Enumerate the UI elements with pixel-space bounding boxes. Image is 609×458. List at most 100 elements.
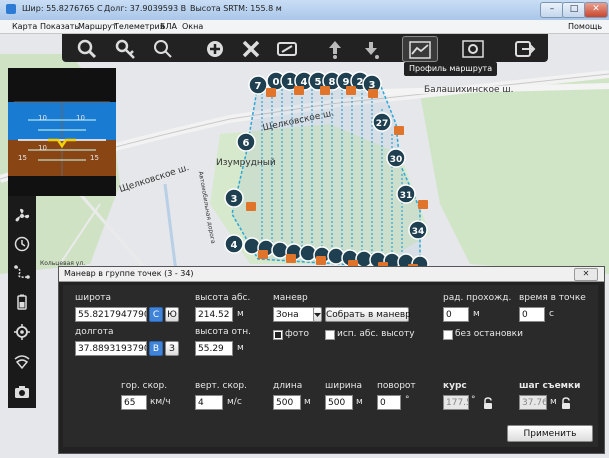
sidebar-timer-button[interactable] [8,230,36,256]
app-icon [6,4,16,14]
maneuver-dropdown-button[interactable] [313,307,322,322]
left-sidebar [8,196,36,408]
minimize-button[interactable]: – [540,2,564,18]
svg-text:4: 4 [301,77,308,88]
camera-edit-icon [277,42,297,56]
sidebar-signal-button[interactable] [8,348,36,374]
toolbar-tooltip: Профиль маршрута [404,62,498,76]
alt-abs-unit: м [237,309,244,319]
menu-item-map[interactable]: Карта [12,22,37,31]
vspeed-field[interactable]: 4 [195,395,223,410]
menu-item-route[interactable]: Маршрут [78,22,117,31]
maneuver-dialog: Маневр в группе точек (3 - 34) ✕ широта … [58,266,605,454]
alt-rel-unit: м [237,343,244,353]
exit-icon [515,41,536,57]
map-label-balashikha: Балашихинское ш. [424,85,514,95]
menu-item-windows[interactable]: Окна [182,22,203,31]
width-label: ширина [325,381,363,391]
camera-edit-button[interactable] [270,36,304,60]
zoom-key-button[interactable] [108,36,142,60]
menu-item-help[interactable]: Помощь [568,22,602,31]
svg-text:8: 8 [329,77,336,88]
step-lock-icon[interactable] [561,397,571,409]
latitude-field[interactable]: 55.8217947790 [75,307,147,322]
width-field[interactable]: 500 [325,395,353,410]
course-unit: ° [471,395,476,405]
route-profile-button[interactable] [402,36,438,62]
alt-rel-field[interactable]: 55.29 [195,341,233,356]
time-field[interactable]: 0 [519,307,545,322]
zoom-key-icon [115,39,135,59]
radius-label: рад. прохожд. [443,293,512,303]
chevron-down-icon [314,313,321,317]
apply-button[interactable]: Применить [507,425,593,442]
step-field[interactable]: 37.76 [519,395,547,410]
abs-alt-checkbox[interactable] [325,330,335,340]
south-button[interactable]: Ю [165,307,179,322]
longitude-field[interactable]: 37.8893193790 [75,341,147,356]
width-unit: м [356,397,363,407]
sidebar-camera-button[interactable] [8,378,36,404]
move-down-button[interactable] [354,36,388,60]
svg-text:3: 3 [369,80,376,91]
photo-checkbox[interactable] [273,330,283,340]
alt-abs-label: высота абс. [195,293,251,303]
route-icon [14,265,30,279]
step-label: шаг съемки [519,381,581,391]
maximize-button[interactable]: □ [562,2,586,18]
turn-field[interactable]: 0 [377,395,401,410]
radius-field[interactable]: 0 [443,307,469,322]
east-button[interactable]: В [149,341,163,356]
alt-rel-label: высота отн. [195,327,251,337]
north-button[interactable]: С [149,307,163,322]
title-bar: Шир: 55.8276765 С Долг: 37.9039593 В Выс… [0,0,609,21]
menu-item-uav[interactable]: БЛА [160,22,177,31]
zoom-in-icon [154,40,172,58]
attitude-graphics [8,68,116,196]
fan-icon [15,208,30,222]
sidebar-engine-button[interactable] [8,202,36,228]
collect-maneuver-button[interactable]: Собрать в маневр [325,307,411,322]
svg-text:5: 5 [315,77,322,88]
west-button[interactable]: З [165,341,179,356]
course-field[interactable]: 177.5 [443,395,469,410]
svg-text:30: 30 [390,155,403,165]
alt-abs-field[interactable]: 214.52 [195,307,233,322]
battery-icon [17,294,27,310]
course-lock-icon[interactable] [483,397,493,409]
length-field[interactable]: 500 [273,395,301,410]
length-unit: м [304,397,311,407]
app-window: Шир: 55.8276765 С Долг: 37.9039593 В Выс… [0,0,609,458]
maneuver-label: маневр [273,293,308,303]
sidebar-battery-button[interactable] [8,288,36,314]
pitch-mark-left-15: 15 [18,154,27,162]
pitch-mark-left-10: 10 [38,114,47,122]
dialog-close-button[interactable]: ✕ [574,268,598,281]
photo-label: фото [285,329,309,339]
menu-item-telemetry[interactable]: Телеметрия [114,22,165,31]
tools-button[interactable] [234,36,268,60]
latitude-readout: Шир: 55.8276765 С [22,4,103,13]
add-point-button[interactable] [198,36,232,60]
main-toolbar [62,34,548,62]
zoom-out-button[interactable] [70,36,104,60]
close-button[interactable]: ✕ [584,2,608,18]
srtm-altitude-readout: Высота SRTM: 155.8 м [190,4,282,13]
nostop-checkbox[interactable] [443,330,453,340]
menu-item-show[interactable]: Показать [40,22,79,31]
length-label: длина [273,381,303,391]
exit-button[interactable] [508,36,542,60]
dialog-title: Маневр в группе точек (3 - 34) [64,269,194,278]
settings-button[interactable] [456,36,490,60]
hspeed-field[interactable]: 65 [121,395,147,410]
target-icon [14,324,30,340]
zoom-in-button[interactable] [146,36,180,60]
menu-bar: Карта Показать Маршрут Телеметрия БЛА Ок… [0,20,609,34]
sidebar-target-button[interactable] [8,318,36,344]
move-up-button[interactable] [318,36,352,60]
tools-icon [242,40,260,58]
svg-text:1: 1 [287,77,294,88]
add-point-icon [207,41,223,57]
sidebar-route-button[interactable] [8,258,36,284]
svg-text:31: 31 [400,191,413,201]
